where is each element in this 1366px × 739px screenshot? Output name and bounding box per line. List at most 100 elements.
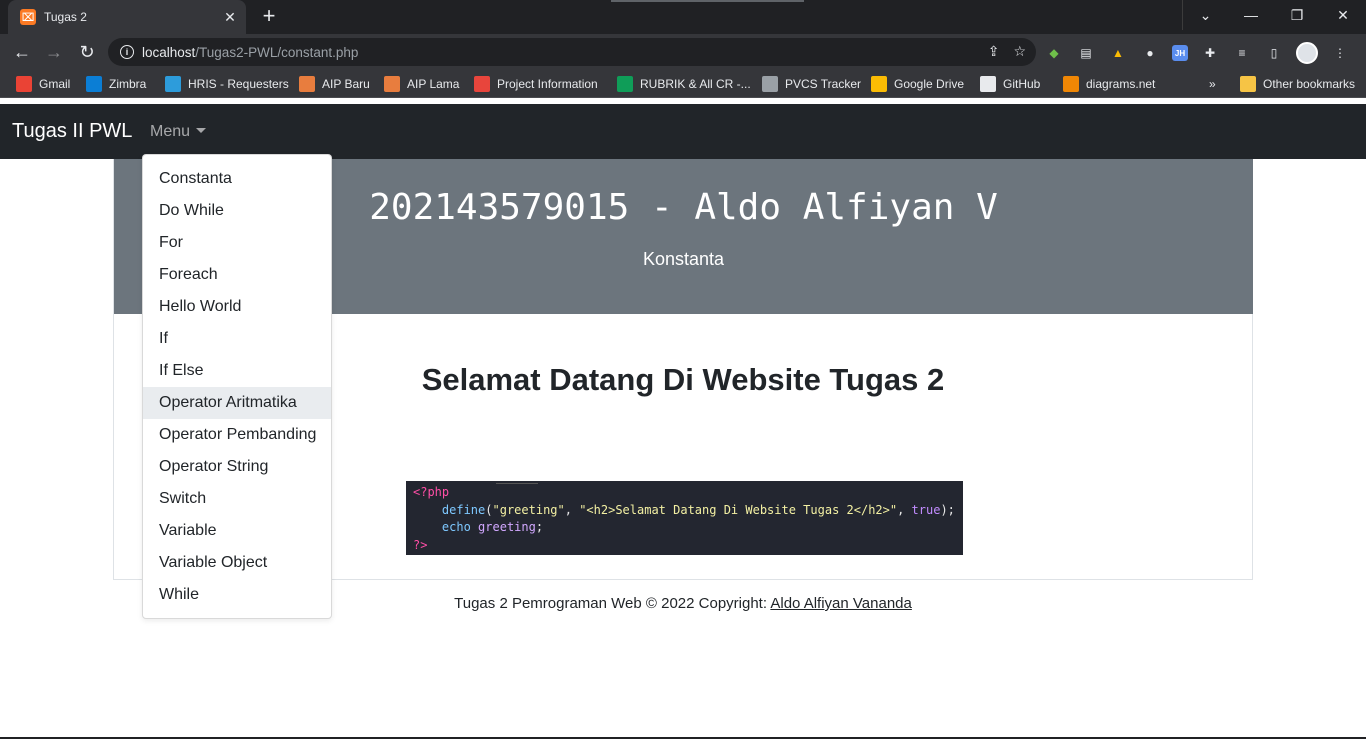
window-close-icon[interactable]: ✕ (1320, 0, 1366, 30)
footer-text: Tugas 2 Pemrograman Web © 2022 Copyright… (454, 595, 771, 612)
window-controls: ⌄ — ❐ ✕ (1182, 0, 1366, 30)
reading-list-icon[interactable]: ≡ (1232, 43, 1252, 63)
dropdown-item[interactable]: While (143, 579, 331, 611)
code-arg-true: true (911, 502, 941, 517)
dropdown-item[interactable]: Do While (143, 195, 331, 227)
extension-jh-icon[interactable]: JH (1172, 45, 1188, 61)
github-icon (980, 76, 996, 92)
bookmark-star-icon[interactable]: ☆ (1013, 43, 1026, 60)
zimbra-icon (86, 76, 102, 92)
extension-printer-icon[interactable]: ▤ (1076, 43, 1096, 63)
php-open-tag: <?php (413, 485, 450, 499)
other-bookmarks-folder[interactable]: Other bookmarks (1240, 76, 1355, 92)
gmail-icon (16, 76, 32, 92)
new-tab-button[interactable]: + (256, 5, 282, 29)
navbar-brand[interactable]: Tugas II PWL (12, 120, 132, 143)
code-screenshot: <?php define("greeting", "<h2>Selamat Da… (406, 481, 963, 555)
diagrams-icon (1063, 76, 1079, 92)
globe-icon (762, 76, 778, 92)
kebab-menu-icon[interactable]: ⋮ (1330, 43, 1350, 63)
restore-icon[interactable]: ❐ (1274, 0, 1320, 30)
dropdown-item[interactable]: For (143, 227, 331, 259)
footer-author-link[interactable]: Aldo Alfiyan Vananda (770, 595, 912, 612)
bookmark-2[interactable]: HRIS - Requesters (165, 76, 289, 92)
project-icon (474, 76, 490, 92)
dropdown-item[interactable]: If (143, 323, 331, 355)
site-navbar: Tugas II PWL Menu (0, 104, 1366, 159)
menu-label: Menu (150, 123, 191, 140)
bookmark-5[interactable]: Project Information (474, 76, 598, 92)
dropdown-item[interactable]: Foreach (143, 259, 331, 291)
dropdown-item[interactable]: Constanta (143, 163, 331, 195)
web-page: Tugas II PWL Menu 202143579015 - Aldo Al… (0, 99, 1366, 739)
bookmark-6[interactable]: RUBRIK & All CR -... (617, 76, 751, 92)
minimize-icon[interactable]: — (1228, 0, 1274, 30)
menu-dropdown: Constanta Do While For Foreach Hello World If… (142, 154, 332, 619)
code-arg-html: "<h2>Selamat Datang Di Website Tugas 2</… (579, 502, 898, 517)
bookmark-9[interactable]: GitHub (980, 76, 1040, 92)
extension-circle-icon[interactable]: ● (1140, 43, 1160, 63)
code-arg-greeting: "greeting" (492, 502, 565, 517)
bookmarks-overflow-button[interactable]: » (1209, 76, 1216, 92)
dropdown-item[interactable]: Hello World (143, 291, 331, 323)
code-const-greeting: greeting (478, 520, 536, 534)
back-arrow-icon[interactable]: ← (10, 40, 34, 64)
bookmark-7[interactable]: PVCS Tracker (762, 76, 861, 92)
extensions-area: ◆ ▤ ▲ ● JH ✚ ≡ ▯ ⋮ (1044, 42, 1350, 64)
code-define-fn: define (441, 502, 486, 517)
close-icon[interactable]: ✕ (220, 9, 240, 26)
dropdown-item[interactable]: Operator Pembanding (143, 419, 331, 451)
browser-tab[interactable]: ⌧ Tugas 2 ✕ (8, 0, 246, 34)
hris-icon (165, 76, 181, 92)
bookmark-label: diagrams.net (1086, 77, 1156, 91)
url-host: localhost (142, 44, 196, 60)
browser-toolbar: ← → ↻ i localhost/Tugas2-PWL/constant.ph… (0, 34, 1366, 70)
dropdown-item[interactable]: Switch (143, 483, 331, 515)
folder-icon (1240, 76, 1256, 92)
side-panel-icon[interactable]: ▯ (1264, 43, 1284, 63)
address-bar[interactable]: i localhost/Tugas2-PWL/constant.php ⇪ ☆ (108, 38, 1036, 66)
bookmark-10[interactable]: diagrams.net (1063, 76, 1155, 92)
xampp-icon: ⌧ (20, 9, 36, 25)
bookmark-0[interactable]: Gmail (16, 76, 70, 92)
extensions-puzzle-icon[interactable]: ✚ (1200, 43, 1220, 63)
aip-icon (299, 76, 315, 92)
drive-icon (871, 76, 887, 92)
bookmark-label: Gmail (39, 77, 71, 91)
bookmark-label: HRIS - Requesters (188, 77, 289, 91)
bookmark-label: PVCS Tracker (785, 77, 862, 91)
profile-avatar[interactable] (1296, 42, 1318, 64)
share-icon[interactable]: ⇪ (988, 43, 1000, 60)
dropdown-item[interactable]: Variable (143, 515, 331, 547)
bookmark-label: Project Information (497, 77, 598, 91)
extension-diamond-icon[interactable]: ◆ (1044, 43, 1064, 63)
forward-arrow-icon[interactable]: → (42, 40, 66, 64)
site-info-icon[interactable]: i (120, 45, 134, 59)
menu-dropdown-toggle[interactable]: Menu (150, 123, 207, 141)
caret-down-icon (196, 128, 207, 133)
dropdown-item[interactable]: Operator Aritmatika (143, 387, 331, 419)
bookmark-label: AIP Baru (322, 77, 370, 91)
tab-strip: ⌧ Tugas 2 ✕ + ⌄ — ❐ ✕ (0, 0, 1366, 34)
url-path: /Tugas2-PWL/constant.php (195, 44, 359, 60)
dropdown-item[interactable]: Operator String (143, 451, 331, 483)
dropdown-item[interactable]: If Else (143, 355, 331, 387)
bookmark-label: Google Drive (894, 77, 965, 91)
bookmark-3[interactable]: AIP Baru (299, 76, 370, 92)
url-text[interactable]: localhost/Tugas2-PWL/constant.php (142, 45, 358, 60)
bookmark-label: Zimbra (109, 77, 147, 91)
other-bookmarks-label: Other bookmarks (1263, 77, 1356, 91)
tab-title: Tugas 2 (44, 10, 87, 24)
extension-drive-icon[interactable]: ▲ (1108, 43, 1128, 63)
aip-icon (384, 76, 400, 92)
bookmark-label: GitHub (1003, 77, 1041, 91)
bookmark-4[interactable]: AIP Lama (384, 76, 459, 92)
tab-search-icon[interactable]: ⌄ (1182, 0, 1228, 30)
tab-strip-indicator (611, 0, 804, 2)
dropdown-item[interactable]: Variable Object (143, 547, 331, 579)
bookmark-label: AIP Lama (407, 77, 460, 91)
bookmark-1[interactable]: Zimbra (86, 76, 146, 92)
reload-icon[interactable]: ↻ (75, 40, 99, 64)
bookmark-8[interactable]: Google Drive (871, 76, 964, 92)
code-cut-edge (496, 477, 538, 484)
